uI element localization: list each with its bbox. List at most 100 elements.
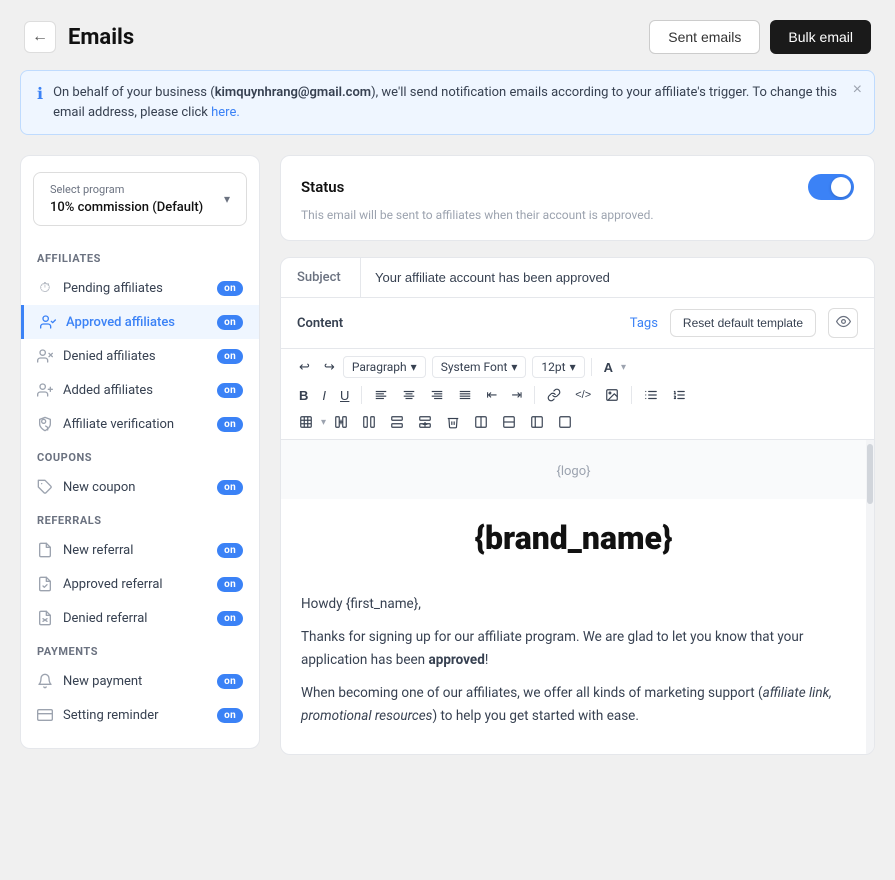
toggle-on-badge[interactable]: on bbox=[217, 281, 243, 296]
page-title: Emails bbox=[68, 25, 134, 50]
subject-input[interactable] bbox=[361, 258, 874, 297]
sidebar-item-label: Added affiliates bbox=[63, 383, 153, 398]
card-icon bbox=[37, 707, 53, 723]
sidebar-item-setting-reminder[interactable]: Setting reminder on bbox=[21, 698, 259, 732]
table-row-after-button[interactable] bbox=[412, 411, 438, 433]
table-button[interactable] bbox=[293, 411, 319, 433]
bulk-email-button[interactable]: Bulk email bbox=[770, 20, 871, 54]
toggle-on-badge[interactable]: on bbox=[217, 611, 243, 626]
size-select[interactable]: 12pt ▾ bbox=[532, 356, 584, 378]
section-heading-payments: PAYMENTS bbox=[21, 635, 259, 664]
sent-emails-button[interactable]: Sent emails bbox=[649, 20, 760, 54]
sidebar-item-approved-affiliates[interactable]: Approved affiliates on bbox=[21, 305, 259, 339]
sidebar-item-denied-referral[interactable]: Denied referral on bbox=[21, 601, 259, 635]
user-check-icon bbox=[40, 314, 56, 330]
program-select-value: 10% commission (Default) bbox=[50, 200, 203, 215]
back-button[interactable]: ← bbox=[24, 21, 56, 53]
toggle-on-badge[interactable]: on bbox=[217, 674, 243, 689]
sidebar-item-added-affiliates[interactable]: Added affiliates on bbox=[21, 373, 259, 407]
info-icon: ℹ bbox=[37, 84, 43, 103]
toggle-on-badge[interactable]: on bbox=[217, 315, 243, 330]
sidebar-item-label: New referral bbox=[63, 543, 133, 558]
table-more-button[interactable] bbox=[552, 411, 578, 433]
content-label: Content bbox=[297, 316, 343, 331]
sidebar-item-label: Setting reminder bbox=[63, 708, 159, 723]
doc-check-icon bbox=[37, 576, 53, 592]
bell-icon bbox=[37, 673, 53, 689]
eye-icon bbox=[836, 314, 851, 333]
table-col-after-button[interactable] bbox=[356, 411, 382, 433]
sidebar-item-approved-referral[interactable]: Approved referral on bbox=[21, 567, 259, 601]
preview-button[interactable] bbox=[828, 308, 858, 338]
sidebar-item-new-payment[interactable]: New payment on bbox=[21, 664, 259, 698]
chevron-down-icon: ▾ bbox=[570, 360, 576, 374]
here-link[interactable]: here. bbox=[211, 105, 240, 120]
italic-button[interactable]: I bbox=[316, 384, 332, 407]
image-button[interactable] bbox=[599, 384, 625, 406]
align-left-button[interactable] bbox=[368, 384, 394, 406]
align-right-button[interactable] bbox=[424, 384, 450, 406]
indent-out-button[interactable]: ⇤ bbox=[480, 383, 503, 407]
toggle-on-badge[interactable]: on bbox=[217, 577, 243, 592]
scrollbar-thumb bbox=[867, 444, 873, 504]
editor-logo-area: {logo} bbox=[281, 440, 866, 499]
link-button[interactable] bbox=[541, 384, 567, 406]
section-heading-referrals: REFERRALS bbox=[21, 504, 259, 533]
sidebar-item-new-referral[interactable]: New referral on bbox=[21, 533, 259, 567]
toggle-on-badge[interactable]: on bbox=[217, 543, 243, 558]
editor-main[interactable]: {logo} {brand_name} Howdy {first_name}, … bbox=[281, 440, 866, 754]
chevron-down-icon: ▾ bbox=[224, 192, 230, 206]
status-toggle[interactable] bbox=[808, 174, 854, 200]
editor-body: Howdy {first_name}, Thanks for signing u… bbox=[281, 577, 866, 754]
toggle-on-badge[interactable]: on bbox=[217, 480, 243, 495]
editor-paragraph-1: Thanks for signing up for our affiliate … bbox=[301, 626, 846, 672]
toggle-on-badge[interactable]: on bbox=[217, 349, 243, 364]
bold-button[interactable]: B bbox=[293, 384, 314, 407]
sidebar-item-pending-affiliates[interactable]: ⏱ Pending affiliates on bbox=[21, 271, 259, 305]
editor-greeting: Howdy {first_name}, bbox=[301, 593, 846, 616]
sidebar-item-denied-affiliates[interactable]: Denied affiliates on bbox=[21, 339, 259, 373]
program-select-label: Select program bbox=[50, 183, 203, 196]
table-style-button[interactable] bbox=[524, 411, 550, 433]
list-ol-button[interactable] bbox=[666, 384, 692, 406]
toggle-on-badge[interactable]: on bbox=[217, 383, 243, 398]
list-ul-button[interactable] bbox=[638, 384, 664, 406]
user-shield-icon bbox=[37, 416, 53, 432]
sidebar-item-label: Pending affiliates bbox=[63, 281, 163, 296]
sidebar-item-new-coupon[interactable]: New coupon on bbox=[21, 470, 259, 504]
close-banner-button[interactable]: × bbox=[853, 81, 862, 99]
code-button[interactable]: </> bbox=[569, 385, 597, 405]
table-merge-button[interactable] bbox=[468, 411, 494, 433]
undo-button[interactable]: ↩ bbox=[293, 355, 316, 379]
info-banner-text: On behalf of your business (kimquynhrang… bbox=[53, 83, 858, 122]
font-color-button[interactable]: A bbox=[598, 356, 619, 379]
sidebar-item-label: Approved affiliates bbox=[66, 315, 175, 330]
table-split-button[interactable] bbox=[496, 411, 522, 433]
doc-x-icon bbox=[37, 610, 53, 626]
toggle-on-badge[interactable]: on bbox=[217, 708, 243, 723]
font-select[interactable]: System Font ▾ bbox=[432, 356, 527, 378]
table-col-before-button[interactable] bbox=[328, 411, 354, 433]
align-center-button[interactable] bbox=[396, 384, 422, 406]
sidebar-item-label: Denied affiliates bbox=[63, 349, 156, 364]
reset-default-button[interactable]: Reset default template bbox=[670, 309, 816, 337]
editor-paragraph-2: When becoming one of our affiliates, we … bbox=[301, 682, 846, 728]
sidebar-item-affiliate-verification[interactable]: Affiliate verification on bbox=[21, 407, 259, 441]
status-card: Status This email will be sent to affili… bbox=[280, 155, 875, 241]
sidebar-item-label: Denied referral bbox=[63, 611, 147, 626]
redo-button[interactable]: ↪ bbox=[318, 355, 341, 379]
tags-link[interactable]: Tags bbox=[630, 316, 658, 331]
table-delete-button[interactable] bbox=[440, 411, 466, 433]
editor-toolbar: ↩ ↪ Paragraph ▾ System Font ▾ 12pt ▾ bbox=[281, 349, 874, 440]
back-icon: ← bbox=[32, 28, 48, 46]
paragraph-select[interactable]: Paragraph ▾ bbox=[343, 356, 426, 378]
subject-row: Subject bbox=[281, 258, 874, 298]
table-row-before-button[interactable] bbox=[384, 411, 410, 433]
justify-button[interactable] bbox=[452, 384, 478, 406]
toggle-on-badge[interactable]: on bbox=[217, 417, 243, 432]
indent-in-button[interactable]: ⇥ bbox=[505, 383, 528, 407]
editor-scrollbar[interactable] bbox=[866, 440, 874, 754]
sidebar: Select program 10% commission (Default) … bbox=[20, 155, 260, 749]
program-select[interactable]: Select program 10% commission (Default) … bbox=[33, 172, 247, 226]
underline-button[interactable]: U bbox=[334, 384, 355, 407]
